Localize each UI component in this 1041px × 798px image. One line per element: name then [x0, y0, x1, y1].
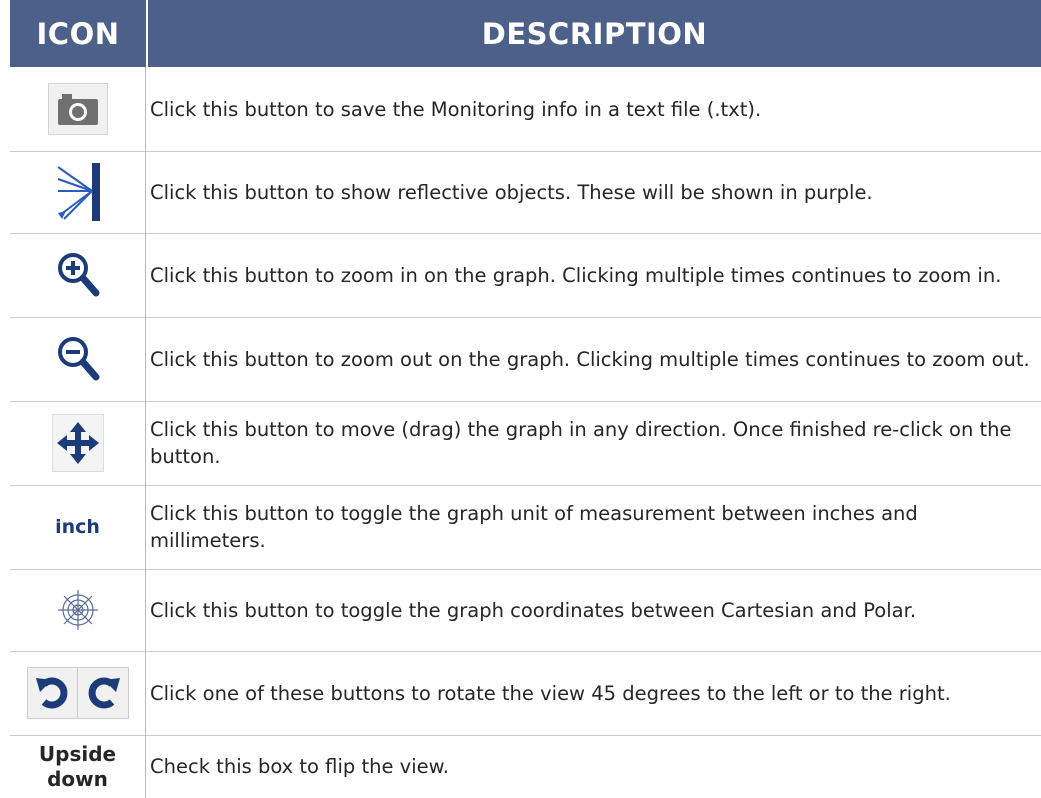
row-description: Click one of these buttons to rotate the… — [150, 681, 951, 705]
table-row: inch Click this button to toggle the gra… — [10, 485, 1041, 570]
icon-description-table: ICON DESCRIPTION Click this button to sa… — [10, 0, 1041, 798]
zoom-in-icon[interactable] — [52, 247, 103, 303]
table-row: Click this button to zoom out on the gra… — [10, 317, 1041, 402]
polar-grid-icon[interactable] — [53, 582, 102, 638]
table-row: Click this button to toggle the graph co… — [10, 569, 1041, 652]
row-description: Click this button to toggle the graph co… — [150, 598, 917, 622]
table-row: Click this button to move (drag) the gra… — [10, 401, 1041, 486]
zoom-out-icon[interactable] — [52, 331, 103, 387]
table-row: Upside down Check this box to flip the v… — [10, 735, 1041, 798]
table-row: Click this button to zoom in on the grap… — [10, 233, 1041, 318]
table-row: Click this button to show reflective obj… — [10, 151, 1041, 234]
row-description: Click this button to save the Monitoring… — [150, 97, 762, 121]
table-row: Click this button to save the Monitoring… — [10, 67, 1041, 152]
row-description: Check this box to flip the view. — [150, 755, 449, 778]
rotate-icons — [26, 667, 129, 719]
rotate-left-icon[interactable] — [28, 668, 78, 718]
camera-icon[interactable] — [47, 83, 108, 135]
row-description: Click this button to show reflective obj… — [150, 180, 873, 204]
row-description: Click this button to move (drag) the gra… — [150, 418, 1012, 468]
header-description-column: DESCRIPTION — [481, 16, 708, 51]
upside-down-label[interactable]: Upside down — [10, 742, 145, 792]
rotate-right-icon[interactable] — [78, 668, 127, 718]
row-description: Click this button to zoom in on the grap… — [150, 263, 1002, 287]
unit-toggle-icon[interactable]: inch — [55, 516, 100, 538]
move-icon[interactable] — [51, 414, 104, 472]
header-icon-column: ICON — [10, 0, 148, 67]
row-description: Click this button to zoom out on the gra… — [150, 347, 1030, 371]
table-row: Click one of these buttons to rotate the… — [10, 651, 1041, 736]
reflective-objects-icon[interactable] — [53, 161, 102, 223]
row-description: Click this button to toggle the graph un… — [150, 502, 918, 552]
table-header: ICON DESCRIPTION — [10, 0, 1041, 67]
